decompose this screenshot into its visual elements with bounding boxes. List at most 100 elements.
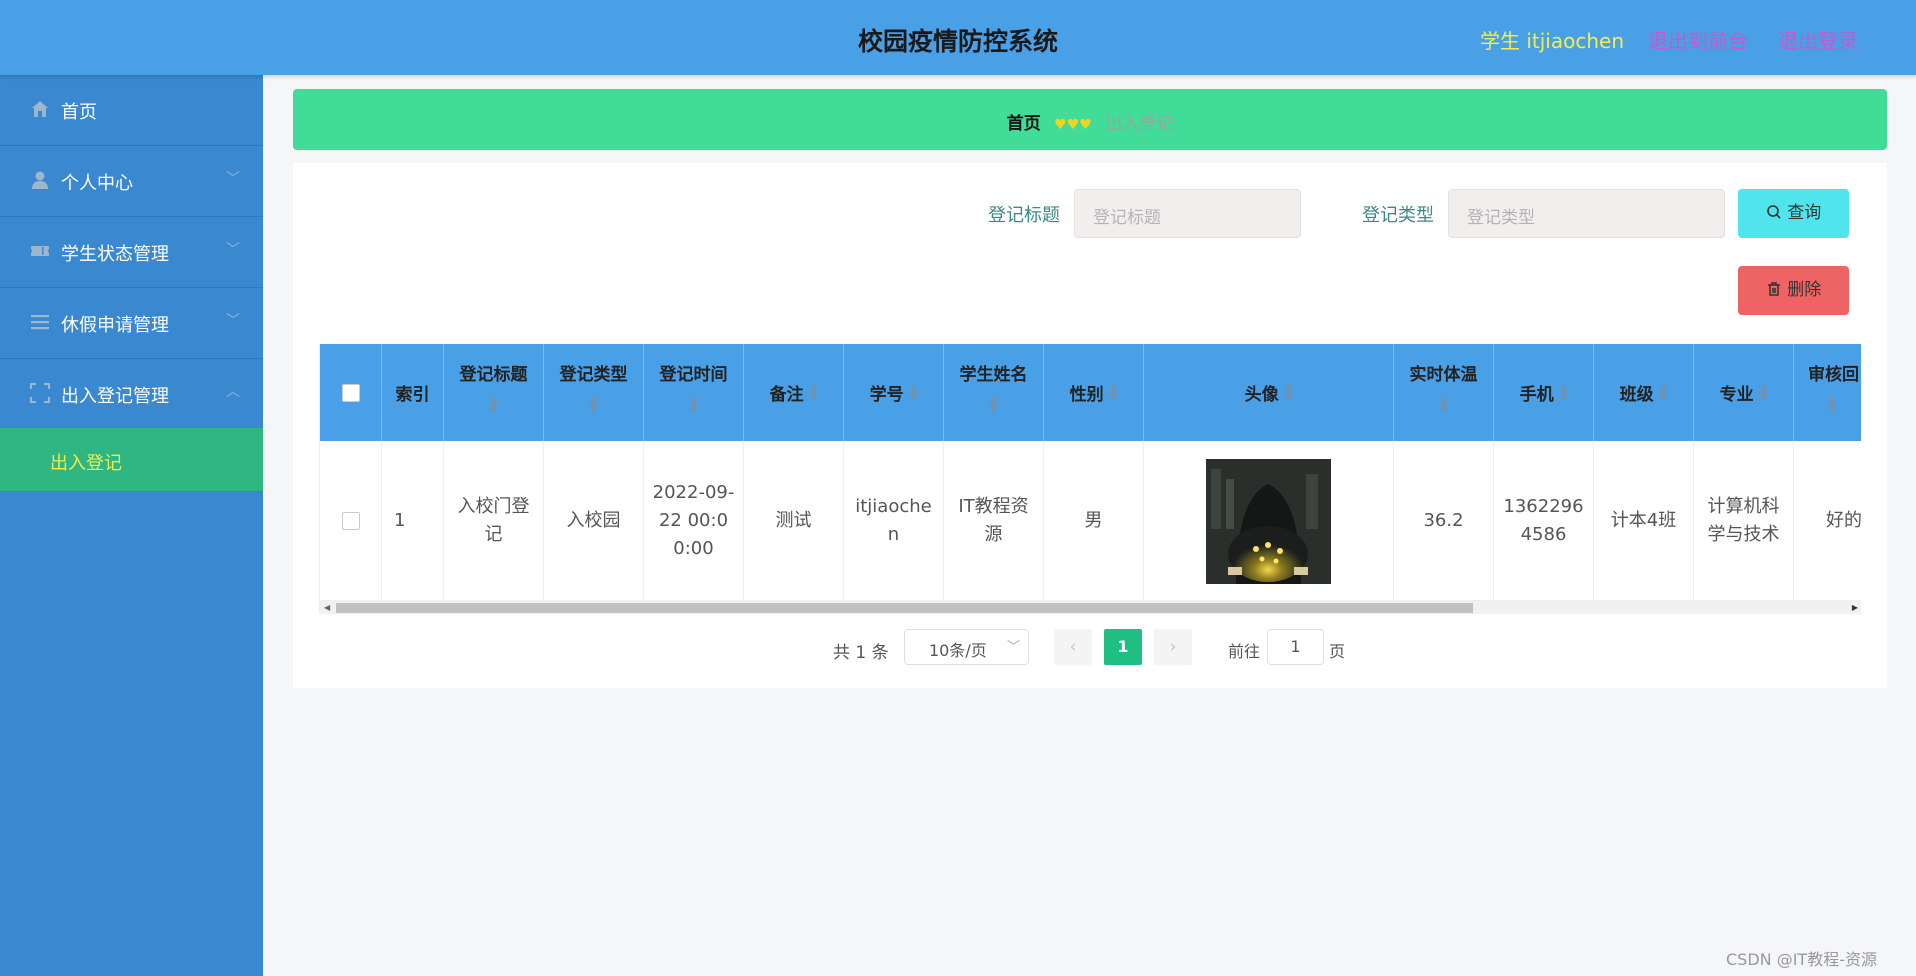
sidebar-subitem-access-register[interactable]: 出入登记: [0, 428, 263, 492]
row-checkbox[interactable]: [341, 512, 360, 530]
pagination-total: 共 1 条: [833, 643, 889, 663]
sort-icon[interactable]: ▲ ▼: [544, 395, 643, 415]
sidebar-item-label: 休假申请管理: [61, 315, 169, 336]
sort-icon[interactable]: ▲ ▼: [644, 395, 743, 415]
cell-time: 2022-09-22 00:00:00: [644, 441, 744, 601]
logout-link[interactable]: 退出登录: [1778, 25, 1858, 54]
column-header-temperature[interactable]: 实时体温 ▲ ▼: [1394, 344, 1494, 441]
delete-button-label: 删除: [1787, 280, 1822, 300]
sidebar-item-access-register[interactable]: 出入登记管理 ︿: [0, 359, 263, 430]
cell-avatar: [1144, 441, 1394, 601]
avatar-image[interactable]: [1206, 458, 1331, 584]
list-icon: [31, 315, 49, 330]
column-header-major[interactable]: 专业 ▲ ▼: [1694, 344, 1794, 441]
horizontal-scrollbar[interactable]: ◀ ▶: [320, 601, 1861, 614]
row-select-cell: [320, 441, 382, 601]
prev-page-button[interactable]: ‹: [1054, 629, 1092, 665]
sort-icon[interactable]: ▲ ▼: [810, 382, 818, 403]
trash-icon: [1767, 282, 1780, 296]
column-header-avatar[interactable]: 头像 ▲ ▼: [1144, 344, 1394, 441]
sort-icon[interactable]: ▲ ▼: [1110, 382, 1118, 403]
cell-type: 入校园: [544, 441, 644, 601]
page-1-button[interactable]: 1: [1104, 629, 1142, 665]
chevron-left-icon: ‹: [1069, 637, 1077, 657]
chevron-down-icon: ﹀: [226, 171, 240, 187]
column-header-review[interactable]: 审核回 ▲ ▼: [1794, 344, 1861, 441]
cell-gender: 男: [1044, 441, 1144, 601]
scroll-left-icon[interactable]: ◀: [324, 601, 330, 614]
cell-student-no: itjiaochen: [844, 441, 944, 601]
current-user: 学生 itjiaochen: [1480, 29, 1625, 53]
select-all-column: [320, 344, 382, 441]
next-page-button[interactable]: ›: [1154, 629, 1192, 665]
search-icon: [1766, 205, 1781, 219]
sidebar-subitem-label: 出入登记: [50, 453, 122, 474]
chevron-right-icon: ›: [1169, 637, 1177, 657]
type-search-input[interactable]: 登记类型: [1448, 189, 1725, 238]
fullscreen-icon: [30, 383, 50, 403]
column-header-student-name[interactable]: 学生姓名 ▲ ▼: [944, 344, 1044, 441]
cell-review: 好的: [1794, 441, 1861, 601]
cell-student-name: IT教程资源: [944, 441, 1044, 601]
scrollbar-thumb[interactable]: [336, 603, 1473, 613]
breadcrumb: 首页 ♥♥♥ 出入登记: [293, 89, 1887, 150]
column-header-index: 索引: [382, 344, 444, 441]
cell-major: 计算机科学与技术: [1694, 441, 1794, 601]
sidebar-item-home[interactable]: 首页: [0, 75, 263, 146]
sort-icon[interactable]: ▲ ▼: [1394, 395, 1493, 415]
table-row[interactable]: 1 入校门登记 入校园 2022-09-22 00:00:00 测试 itjia…: [320, 441, 1861, 601]
title-search-input[interactable]: 登记标题: [1074, 189, 1301, 238]
sidebar-item-leave-apply[interactable]: 休假申请管理 ﹀: [0, 288, 263, 359]
sort-icon[interactable]: ▲ ▼: [1560, 382, 1568, 403]
goto-page-input[interactable]: 1: [1267, 629, 1324, 665]
content-panel: 登记标题 登记标题 登记类型 登记类型 查询 删除 索引 登记标题 ▲ ▼ 登记类…: [293, 163, 1887, 688]
page-suffix: 页: [1329, 642, 1346, 661]
heart-separator-icon: ♥♥♥: [1054, 117, 1092, 133]
column-header-class[interactable]: 班级 ▲ ▼: [1594, 344, 1694, 441]
type-search-label: 登记类型: [1362, 205, 1434, 226]
column-header-student-no[interactable]: 学号 ▲ ▼: [844, 344, 944, 441]
user-icon: [32, 171, 48, 189]
home-icon: [32, 101, 48, 117]
sidebar-item-student-status[interactable]: 学生状态管理 ﹀: [0, 217, 263, 288]
cell-index: 1: [382, 441, 444, 601]
chevron-up-icon: ︿: [226, 384, 240, 400]
page-size-select[interactable]: 10条/页 ﹀: [904, 629, 1029, 665]
cell-note: 测试: [744, 441, 844, 601]
sort-icon[interactable]: ▲ ▼: [1285, 382, 1293, 403]
sort-icon[interactable]: ▲ ▼: [1660, 382, 1668, 403]
query-button-label: 查询: [1787, 203, 1822, 223]
sort-icon[interactable]: ▲ ▼: [1760, 382, 1768, 403]
top-header: 校园疫情防控系统 学生 itjiaochen 退出到前台 退出登录: [0, 0, 1916, 75]
column-header-type[interactable]: 登记类型 ▲ ▼: [544, 344, 644, 441]
sidebar-item-label: 首页: [61, 102, 97, 123]
app-title: 校园疫情防控系统: [857, 27, 1058, 56]
sort-icon[interactable]: ▲ ▼: [944, 395, 1043, 415]
select-all-checkbox[interactable]: [341, 383, 360, 402]
delete-button[interactable]: 删除: [1738, 266, 1849, 315]
sort-icon[interactable]: ▲ ▼: [444, 395, 543, 415]
sidebar-item-personal-center[interactable]: 个人中心 ﹀: [0, 146, 263, 217]
chevron-down-icon: ﹀: [1006, 640, 1020, 655]
chevron-down-icon: ﹀: [226, 313, 240, 329]
data-table: 索引 登记标题 ▲ ▼ 登记类型 ▲ ▼ 登记时间 ▲ ▼ 备注 ▲ ▼ 学号 ▲ ▼: [319, 344, 1861, 614]
sidebar-item-label: 个人中心: [61, 173, 133, 194]
sidebar: 首页 个人中心 ﹀ 学生状态管理 ﹀ 休假申请管理 ﹀ 出入登记管理 ︿ 出入登…: [0, 75, 263, 976]
table-header: 索引 登记标题 ▲ ▼ 登记类型 ▲ ▼ 登记时间 ▲ ▼ 备注 ▲ ▼ 学号 ▲ ▼: [320, 344, 1861, 441]
query-button[interactable]: 查询: [1738, 189, 1849, 238]
sort-icon[interactable]: ▲ ▼: [910, 382, 918, 403]
ticket-icon: [31, 246, 49, 256]
cell-class: 计本4班: [1594, 441, 1694, 601]
breadcrumb-home[interactable]: 首页: [1007, 114, 1041, 134]
sidebar-item-label: 学生状态管理: [61, 244, 169, 265]
goto-label: 前往: [1228, 642, 1261, 661]
column-header-gender[interactable]: 性别 ▲ ▼: [1044, 344, 1144, 441]
back-to-front-link[interactable]: 退出到前台: [1648, 25, 1748, 54]
column-header-note[interactable]: 备注 ▲ ▼: [744, 344, 844, 441]
cell-temperature: 36.2: [1394, 441, 1494, 601]
column-header-time[interactable]: 登记时间 ▲ ▼: [644, 344, 744, 441]
scroll-right-icon[interactable]: ▶: [1852, 601, 1858, 614]
column-header-phone[interactable]: 手机 ▲ ▼: [1494, 344, 1594, 441]
column-header-title[interactable]: 登记标题 ▲ ▼: [444, 344, 544, 441]
sort-icon[interactable]: ▲ ▼: [1828, 395, 1861, 415]
